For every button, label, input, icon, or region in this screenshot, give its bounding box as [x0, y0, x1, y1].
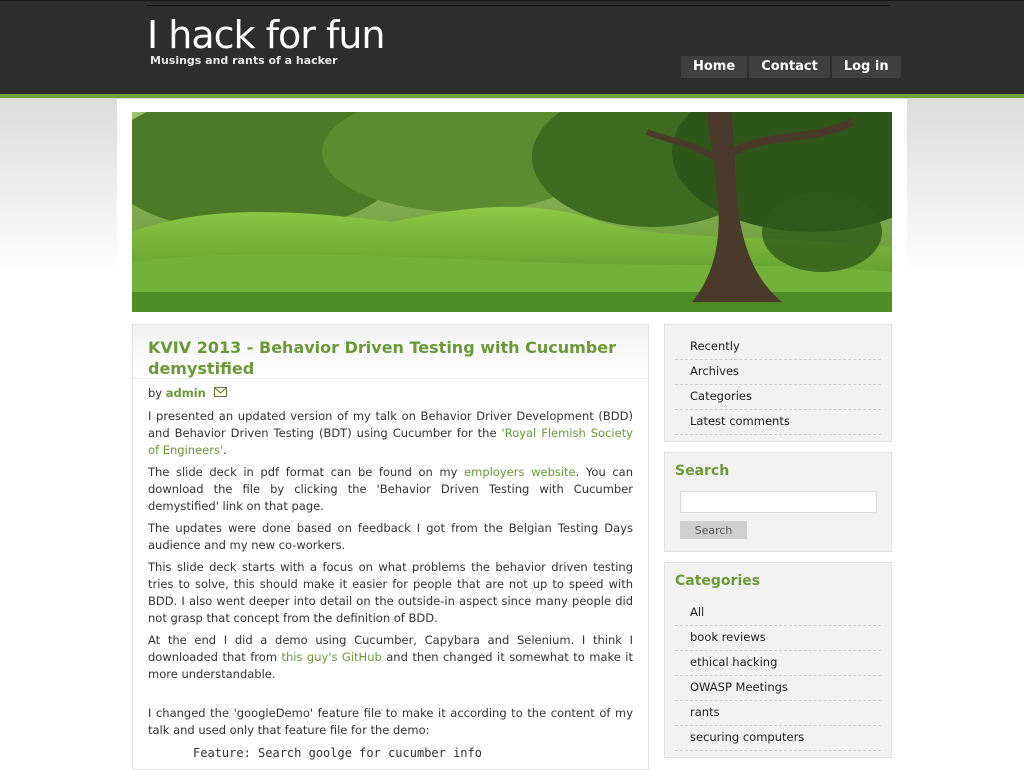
landscape-illustration [132, 112, 892, 312]
search-input[interactable] [680, 491, 877, 513]
sidebar: Recently Archives Categories Latest comm… [664, 324, 892, 768]
categories-box: Categories All book reviews ethical hack… [664, 562, 892, 758]
github-link[interactable]: this guy's GitHub [281, 650, 381, 664]
search-button[interactable]: Search [680, 521, 747, 539]
category-book-reviews[interactable]: book reviews [675, 626, 881, 651]
search-box: Search Search [664, 452, 892, 552]
category-securing-computers[interactable]: securing computers [675, 726, 881, 751]
nav-home[interactable]: Home [681, 56, 748, 78]
paragraph-5: At the end I did a demo using Cucumber, … [148, 632, 633, 683]
employer-link[interactable]: employers website [464, 465, 576, 479]
header-rule [147, 5, 891, 6]
paragraph-1: I presented an updated version of my tal… [148, 408, 633, 459]
page-container: KVIV 2013 - Behavior Driven Testing with… [117, 99, 907, 770]
main-nav: Home Contact Log in [681, 56, 903, 78]
category-all[interactable]: All [675, 601, 881, 626]
site-header: I hack for fun Musings and rants of a ha… [0, 0, 1024, 94]
sidebar-menu: Recently Archives Categories Latest comm… [665, 325, 891, 441]
category-ethical-hacking[interactable]: ethical hacking [675, 651, 881, 676]
blog-post: KVIV 2013 - Behavior Driven Testing with… [132, 324, 649, 770]
category-owasp-meetings[interactable]: OWASP Meetings [675, 676, 881, 701]
categories-heading: Categories [675, 573, 761, 589]
p2-text: The slide deck in pdf format can be foun… [148, 465, 465, 479]
nav-contact[interactable]: Contact [749, 56, 830, 78]
nav-login[interactable]: Log in [831, 56, 901, 78]
banner-image [132, 112, 892, 312]
paragraph-3: The updates were done based on feedback … [148, 521, 633, 552]
author-link[interactable]: admin [166, 386, 206, 400]
post-header: KVIV 2013 - Behavior Driven Testing with… [133, 325, 648, 379]
sidebar-item-recently[interactable]: Recently [675, 335, 881, 360]
paragraph-2: The slide deck in pdf format can be foun… [148, 464, 633, 515]
code-snippet: Feature: Search goolge for cucumber info [193, 746, 482, 760]
category-rants[interactable]: rants [675, 701, 881, 726]
search-heading: Search [675, 463, 730, 479]
site-subtitle: Musings and rants of a hacker [150, 54, 338, 67]
paragraph-6: I changed the 'googleDemo' feature file … [148, 706, 633, 737]
mail-icon[interactable] [213, 385, 227, 402]
p1-end: . [223, 443, 227, 457]
sidebar-item-categories[interactable]: Categories [675, 385, 881, 410]
sidebar-menu-box: Recently Archives Categories Latest comm… [664, 324, 892, 442]
site-title[interactable]: I hack for fun [147, 13, 386, 57]
paragraph-4: This slide deck starts with a focus on w… [148, 560, 633, 625]
sidebar-item-archives[interactable]: Archives [675, 360, 881, 385]
post-body: by admin I presented an updated version … [133, 379, 648, 766]
categories-list: All book reviews ethical hacking OWASP M… [665, 595, 891, 757]
byline-prefix: by [148, 386, 163, 400]
search-form: Search [665, 485, 891, 551]
post-title[interactable]: KVIV 2013 - Behavior Driven Testing with… [148, 337, 633, 379]
post-byline: by admin [148, 385, 633, 402]
sidebar-item-latest-comments[interactable]: Latest comments [675, 410, 881, 435]
